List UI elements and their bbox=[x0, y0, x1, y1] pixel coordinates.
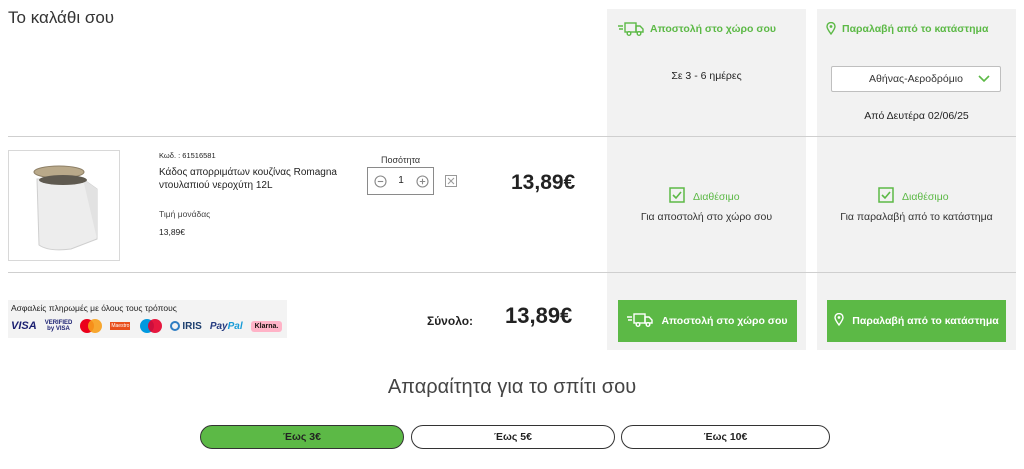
unit-price: 13,89€ bbox=[159, 227, 185, 237]
home-availability-sub: Για αποστολή στο χώρο σου bbox=[640, 211, 773, 223]
paypal-logo: PayPal bbox=[209, 320, 243, 332]
home-availability: Διαθέσιμο bbox=[669, 187, 740, 206]
store-pickup-date: Από Δευτέρα 02/06/25 bbox=[864, 110, 969, 122]
truck-icon bbox=[627, 312, 654, 330]
checkbox-check-icon bbox=[669, 187, 685, 206]
product-image[interactable] bbox=[8, 150, 120, 261]
quantity-value[interactable]: 1 bbox=[388, 175, 414, 186]
home-delivery-eta: Σε 3 - 6 ημέρες bbox=[671, 70, 742, 82]
klarna-logo: Klarna. bbox=[250, 320, 283, 332]
total-price: 13,89€ bbox=[505, 303, 573, 328]
iris-logo: IRIS bbox=[170, 321, 202, 332]
store-availability-label: Διαθέσιμο bbox=[902, 190, 949, 203]
filter-pill-5[interactable]: Έως 5€ bbox=[411, 425, 615, 449]
truck-icon bbox=[618, 22, 644, 36]
product-name[interactable]: Κάδος απορριμάτων κουζίνας Romagna ντουλ… bbox=[159, 166, 349, 192]
maestro-logo bbox=[140, 319, 163, 333]
home-delivery-label: Αποστολή στο χώρο σου bbox=[650, 23, 777, 35]
store-select[interactable]: Αθήνας-Αεροδρόμιο bbox=[831, 66, 1001, 92]
filter-pill-3[interactable]: Έως 3€ bbox=[200, 425, 404, 449]
page-title: Το καλάθι σου bbox=[8, 8, 115, 27]
quantity-label: Ποσότητα bbox=[381, 155, 421, 165]
checkout-home-label: Αποστολή στο χώρο σου bbox=[661, 315, 788, 327]
location-pin-icon bbox=[826, 22, 836, 35]
store-select-value: Αθήνας-Αεροδρόμιο bbox=[869, 73, 963, 85]
checkout-store-label: Παραλαβή από το κατάστημα bbox=[852, 315, 999, 327]
store-pickup-header: Παραλαβή από το κατάστημα bbox=[826, 22, 988, 35]
plus-circle-icon[interactable] bbox=[416, 175, 429, 188]
chevron-down-icon bbox=[978, 74, 990, 86]
total-label: Σύνολο: bbox=[427, 314, 474, 328]
quantity-stepper: 1 bbox=[367, 167, 434, 195]
verified-by-visa-logo: VERIFIED by VISA bbox=[45, 320, 73, 332]
mastercard-logo bbox=[80, 319, 103, 333]
home-availability-label: Διαθέσιμο bbox=[693, 190, 740, 203]
checkout-store-pickup-button[interactable]: Παραλαβή από το κατάστημα bbox=[827, 300, 1006, 342]
store-availability-sub: Για παραλαβή από το κατάστημα bbox=[840, 211, 993, 223]
vbv-line-2: by VISA bbox=[47, 326, 70, 332]
home-delivery-column bbox=[607, 9, 806, 350]
filter-pill-10[interactable]: Έως 10€ bbox=[621, 425, 830, 449]
home-delivery-header: Αποστολή στο χώρο σου bbox=[618, 22, 776, 36]
payment-methods: Ασφαλείς πληρωμές με όλους τους τρόπους … bbox=[8, 300, 287, 338]
remove-icon[interactable] bbox=[445, 174, 457, 187]
essentials-title: Απαραίτητα για το σπίτι σου bbox=[387, 376, 637, 398]
checkout-home-delivery-button[interactable]: Αποστολή στο χώρο σου bbox=[618, 300, 797, 342]
divider bbox=[8, 136, 1016, 137]
product-code: Κωδ. : 61516581 bbox=[159, 151, 216, 160]
visa-logo: VISA bbox=[11, 320, 37, 332]
store-pickup-column bbox=[817, 9, 1016, 350]
item-price: 13,89€ bbox=[511, 171, 576, 194]
unit-price-label: Τιμή μονάδας bbox=[159, 209, 211, 219]
payment-title: Ασφαλείς πληρωμές με όλους τους τρόπους bbox=[11, 303, 177, 313]
location-pin-icon bbox=[834, 312, 844, 329]
maestro-small-logo: Maestro bbox=[110, 322, 131, 330]
store-availability: Διαθέσιμο bbox=[878, 187, 949, 206]
store-pickup-label: Παραλαβή από το κατάστημα bbox=[842, 22, 989, 35]
divider bbox=[8, 272, 1016, 273]
minus-circle-icon[interactable] bbox=[374, 175, 387, 188]
checkbox-check-icon bbox=[878, 187, 894, 206]
